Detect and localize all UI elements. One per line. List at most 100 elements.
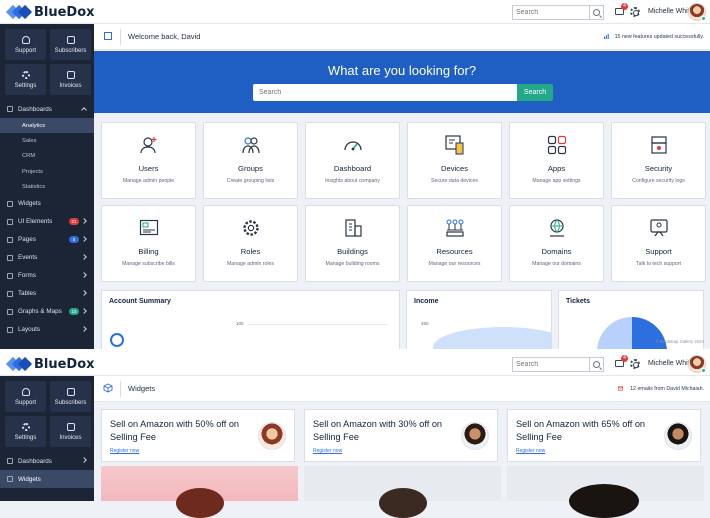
sidebar-item-events[interactable]: Events [0,249,94,267]
card-title: Devices [440,164,468,173]
card-devices[interactable]: Devices Secure data devices [407,122,502,199]
subscribers-icon [66,35,75,44]
card-users[interactable]: Users Manage admin people [101,122,196,199]
search-button[interactable] [589,358,603,371]
events-icon [7,254,13,261]
sidebar-subitem-analytics[interactable]: Analytics [0,118,94,134]
brand-logo[interactable]: BlueDox [5,3,95,21]
sidebar-item-graphs-maps[interactable]: Graphs & Maps 15 [0,303,94,321]
mail-icon[interactable]: 4 [615,355,628,367]
sidebar-item-layouts[interactable]: Layouts [0,321,94,339]
brand-name: BlueDox [34,356,95,372]
tile-subscribers[interactable]: Subscribers [50,381,91,412]
sidebar-subitem-projects[interactable]: Projects [0,164,94,179]
user-add-icon [139,137,156,154]
summary-chart-ring [110,333,124,347]
user-name[interactable]: Michelle White [648,8,694,15]
search-icon [593,9,600,16]
avatar[interactable] [688,3,706,21]
tile-label: Settings [14,82,37,89]
settings-gear-icon[interactable] [630,7,640,17]
card-groups[interactable]: Groups Create grouping lists [203,122,298,199]
count-badge: 15 [69,307,79,315]
sidebar-item-pages[interactable]: Pages 8 [0,231,94,249]
chevron-right-icon [81,326,87,332]
card-domains[interactable]: Domains Manage our domains [509,205,604,282]
sidebar-subitem-statistics[interactable]: Statistics [0,180,94,195]
profile-photo [304,466,501,518]
sidebar-item-label: UI Elements [18,218,53,226]
panel-title: Income [414,298,439,305]
card-title: Apps [547,164,566,173]
card-security[interactable]: Security Configure security logs [611,122,706,199]
sidebar-item-forms[interactable]: Forms [0,267,94,285]
card-title: Roles [240,247,261,256]
count-badge: 21 [69,217,79,225]
home-icon[interactable] [104,32,112,40]
search-icon [593,361,600,368]
profile-hair [176,488,224,518]
tile-settings[interactable]: Settings [5,64,46,95]
promo-card: Sell on Amazon with 30% off on Selling Fe… [304,409,498,462]
brand-logo[interactable]: BlueDox [5,355,95,373]
income-area-chart [433,327,551,349]
avatar[interactable] [688,355,706,373]
search-input[interactable] [513,358,589,371]
chevron-right-icon [81,272,87,278]
domain-icon [549,219,564,237]
sidebar-item-widgets[interactable]: Widgets [0,195,94,213]
settings-gear-icon[interactable] [630,359,640,369]
card-subtitle: Secure data devices [430,178,478,184]
card-support[interactable]: Support Talk to tech support [611,205,706,282]
sidebar-item-widgets[interactable]: Widgets [0,470,94,488]
card-roles[interactable]: Roles Manage admin roles [203,205,298,282]
register-link[interactable]: Register now [516,448,545,454]
chart-icon [66,70,75,79]
register-link[interactable]: Register now [313,448,342,454]
card-buildings[interactable]: Buildings Manage building rooms [305,205,400,282]
page-header: Widgets 12 emails from David Michaiah. [94,376,710,402]
card-apps[interactable]: Apps Manage app settings [509,122,604,199]
avatar [461,422,489,450]
tile-invoices[interactable]: Invoices [50,64,91,95]
tile-settings[interactable]: Settings [5,416,46,447]
card-dashboard[interactable]: Dashboard Insights about company [305,122,400,199]
search-button[interactable] [589,6,603,19]
cube-icon[interactable] [103,383,113,393]
sidebar-subitem-crm[interactable]: CRM [0,149,94,164]
tile-label: Settings [14,434,37,441]
axis-tick-label: 100 [236,321,244,326]
gear-icon [21,70,30,79]
sidebar-item-dashboards[interactable]: Dashboards [0,100,94,118]
tile-label: Support [14,399,36,406]
user-name[interactable]: Michelle White [648,360,694,367]
card-resources[interactable]: Resources Manage our resources [407,205,502,282]
tile-support[interactable]: Support [5,381,46,412]
card-title: Support [645,247,672,256]
promo-title: Sell on Amazon with 30% off on Selling Fe… [313,418,463,444]
search-input[interactable] [513,6,589,19]
hero-search-button[interactable]: Search [517,84,553,101]
chart-icon [66,422,75,431]
sidebar-item-dashboards[interactable]: Dashboards [0,452,94,470]
tile-support[interactable]: Support [5,29,46,60]
sidebar-subitem-sales[interactable]: Sales [0,133,94,148]
sidebar-item-tables[interactable]: Tables [0,285,94,303]
sidebar-item-ui-elements[interactable]: UI Elements 21 [0,213,94,231]
widgets-icon [7,200,13,207]
tables-icon [7,290,13,297]
tile-invoices[interactable]: Invoices [50,416,91,447]
card-subtitle: Talk to tech support [636,261,681,267]
email-icon [618,386,623,391]
hero-search-input[interactable] [253,84,517,101]
graphs-icon [7,308,13,315]
tile-subscribers[interactable]: Subscribers [50,29,91,60]
panel-title: Account Summary [109,298,171,305]
promo-card: Sell on Amazon with 50% off on Selling Fe… [101,409,295,462]
apps-grid-icon [547,135,566,155]
mail-icon[interactable]: 4 [615,3,628,15]
register-link[interactable]: Register now [110,448,139,454]
group-icon [241,137,260,154]
card-billing[interactable]: Billing Manage subscribe bills [101,205,196,282]
card-subtitle: Manage app settings [532,178,581,184]
